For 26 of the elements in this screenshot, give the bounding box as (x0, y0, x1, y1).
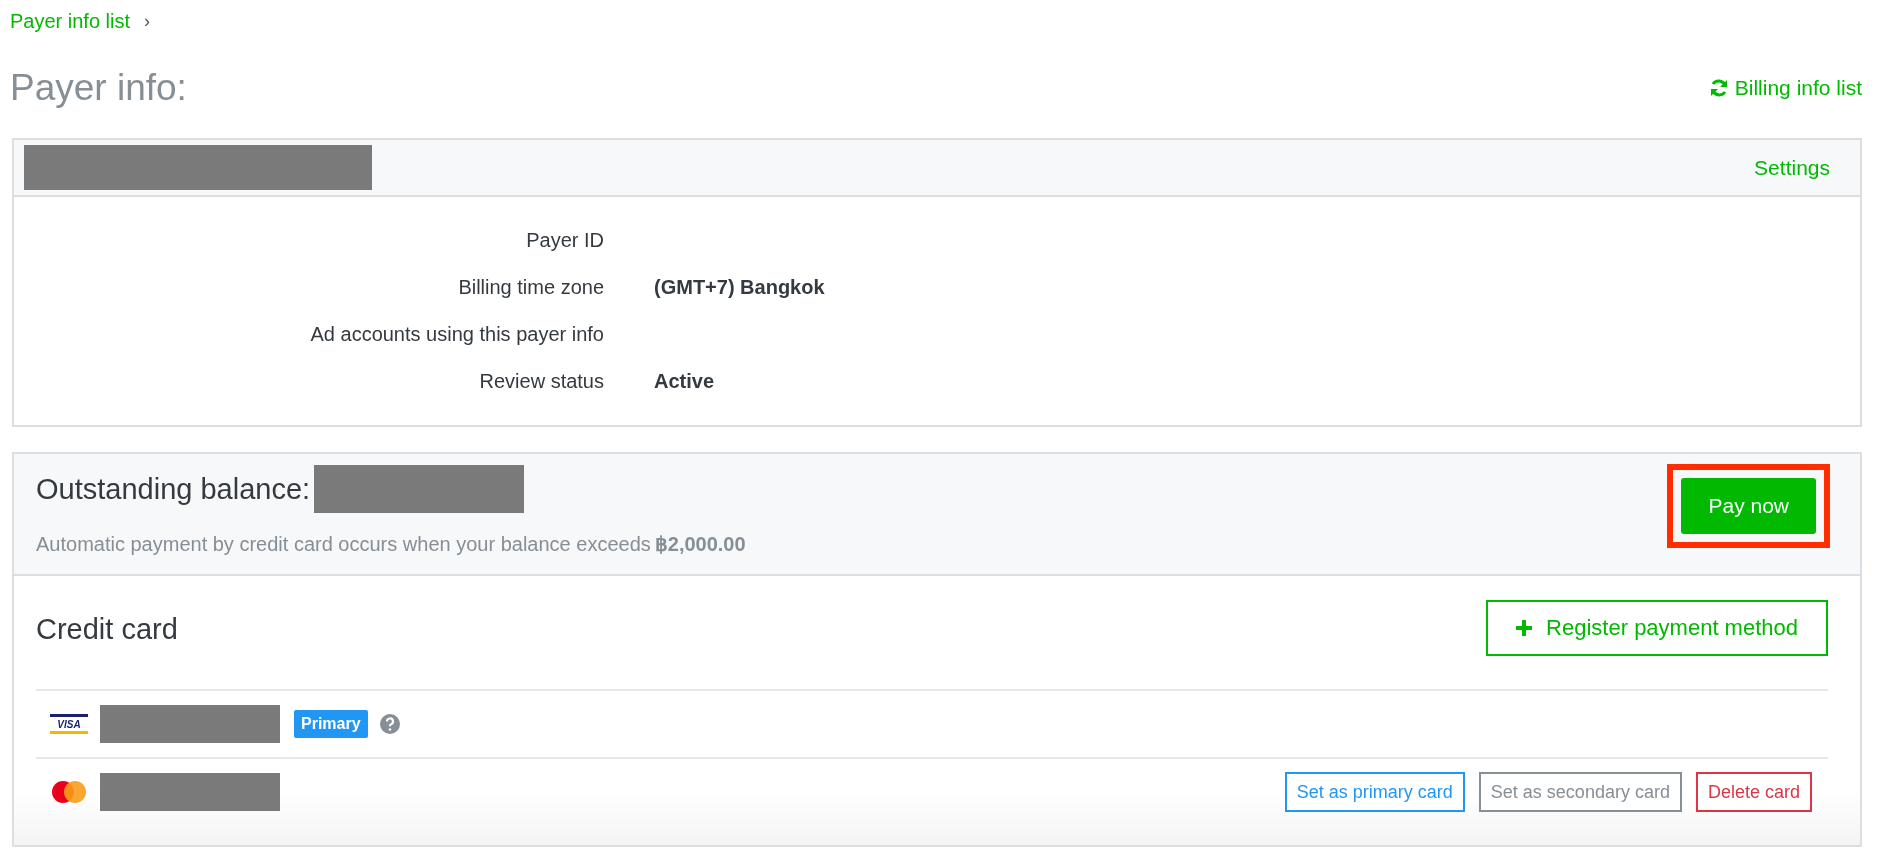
pay-now-button[interactable]: Pay now (1681, 478, 1816, 534)
field-label: Review status (478, 370, 604, 393)
primary-badge: Primary (294, 710, 368, 738)
balance-heading: Outstanding balance: (36, 472, 311, 506)
field-value: Active (654, 370, 715, 393)
register-payment-button[interactable]: Register payment method (1486, 600, 1828, 656)
page-title: Payer info: (10, 67, 187, 109)
billing-info-link[interactable]: Billing info list (1708, 76, 1862, 100)
visa-logo-text: VISA (57, 719, 81, 730)
mastercard-logo-icon (50, 780, 88, 804)
field-label: Ad accounts using this payer info (309, 323, 604, 346)
card-action-button[interactable]: Set as secondary card (1478, 772, 1682, 812)
section-heading: Credit card (36, 613, 178, 646)
threshold-amount: ฿2,000.00 (654, 533, 746, 555)
breadcrumb-separator: › (144, 10, 151, 32)
breadcrumb-link[interactable]: Payer info list (10, 9, 131, 33)
field-label: Payer ID (525, 229, 604, 252)
help-icon[interactable] (379, 714, 400, 734)
plus-icon (1516, 620, 1533, 636)
card-action-button[interactable]: Delete card (1695, 772, 1812, 812)
field-value: (GMT+7) Bangkok (654, 276, 825, 299)
refresh-icon (1708, 78, 1729, 98)
field-label: Billing time zone (457, 276, 604, 299)
auto-payment-note: Automatic payment by credit card occurs when your balance exceeds (36, 533, 651, 555)
settings-link[interactable]: Settings (1754, 155, 1830, 180)
card-action-button[interactable]: Set as primary card (1284, 772, 1465, 812)
